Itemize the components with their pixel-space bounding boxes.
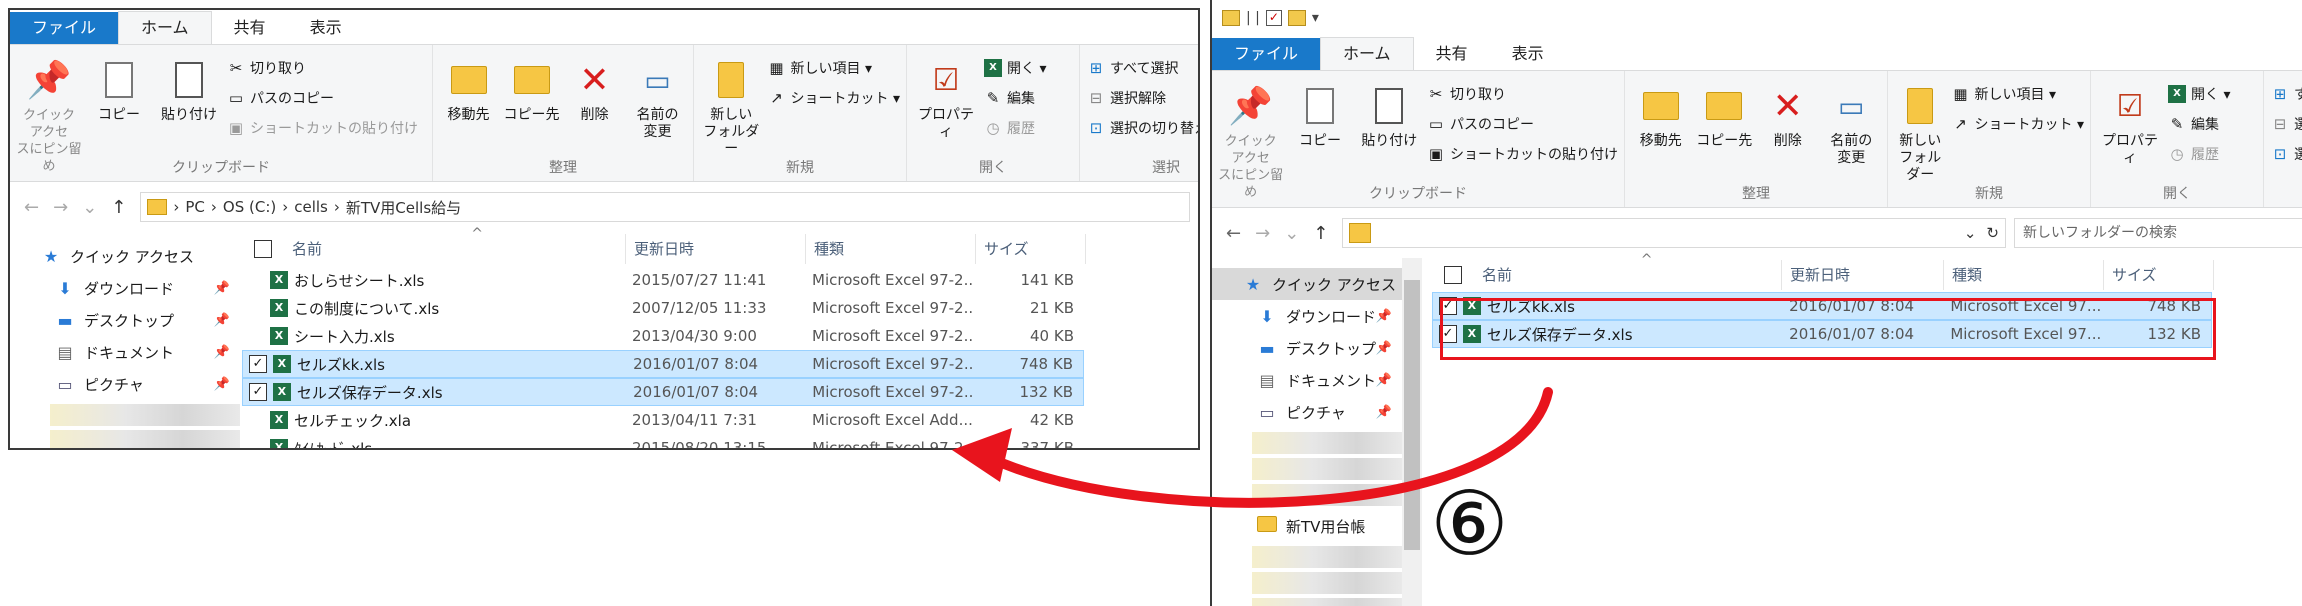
- arrow-head: [952, 428, 1012, 482]
- step-number: ⑥: [1430, 472, 1509, 575]
- drag-arrow: [952, 387, 1553, 508]
